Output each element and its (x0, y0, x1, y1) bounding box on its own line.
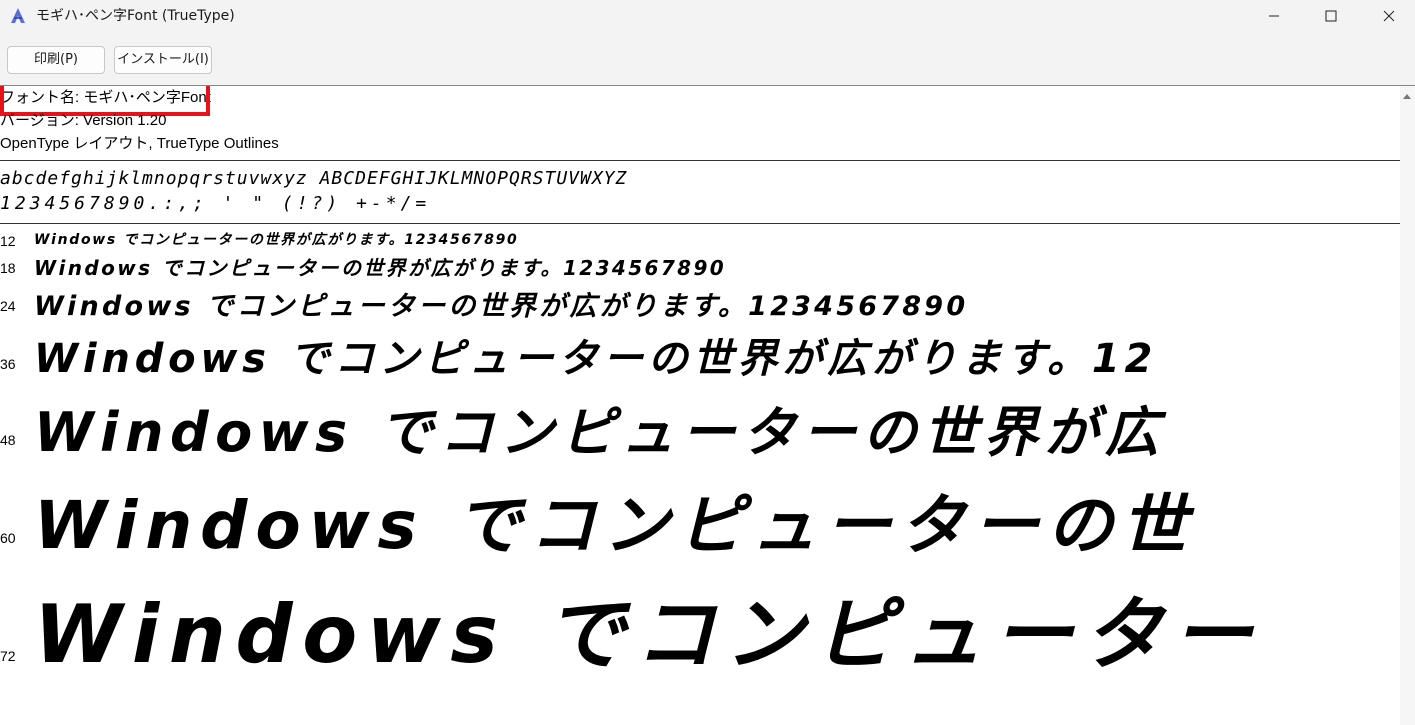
version-info: バージョン: Version 1.20 (0, 112, 167, 129)
minimize-button[interactable] (1250, 0, 1298, 32)
vertical-scrollbar[interactable] (1400, 86, 1415, 725)
sample-text: Windows でコンピューターの世界が広がります。12 (34, 336, 1158, 382)
maximize-icon (1325, 10, 1337, 22)
sample-text: Windows でコンピューターの世界が広がります。1234567890 (34, 291, 969, 322)
window-title: モギハ･ペン字Font (TrueType) (36, 8, 235, 24)
size-label: 18 (0, 260, 16, 276)
sample-row-60: 60 Windows でコンピューターの世 (0, 472, 1400, 564)
size-label: 48 (0, 432, 16, 448)
sample-text: Windows でコンピューターの世界が広がります。1234567890 (34, 232, 519, 248)
sample-row-24: 24 Windows でコンピューターの世界が広がります。1234567890 (0, 284, 1400, 324)
sample-text: Windows でコンピューターの世界が広 (34, 401, 1166, 464)
install-button[interactable]: インストール(I) (114, 46, 212, 74)
sample-row-48: 48 Windows でコンピューターの世界が広 (0, 388, 1400, 468)
toolbar: 印刷(P) インストール(I) (0, 34, 1415, 86)
sample-row-36: 36 Windows でコンピューターの世界が広がります。12 (0, 326, 1400, 386)
close-button[interactable] (1365, 0, 1413, 32)
sample-text: Windows でコンピューター (34, 588, 1262, 681)
size-label: 36 (0, 356, 16, 372)
font-viewer-app-icon (11, 8, 25, 23)
charset-digits-symbols: 1234567890.:,; ' " (!?) +-*/= (0, 193, 431, 214)
sample-row-18: 18 Windows でコンピューターの世界が広がります。1234567890 (0, 252, 1400, 282)
maximize-button[interactable] (1307, 0, 1355, 32)
divider (0, 160, 1400, 161)
scroll-up-arrow-icon[interactable] (1403, 94, 1411, 99)
size-label: 24 (0, 298, 16, 314)
minimize-icon (1269, 15, 1279, 17)
charset-letters: abcdefghijklmnopqrstuvwxyz ABCDEFGHIJKLM… (0, 168, 628, 189)
print-button[interactable]: 印刷(P) (7, 46, 105, 74)
size-label: 72 (0, 648, 16, 664)
sample-row-12: 12 Windows でコンピューターの世界が広がります。1234567890 (0, 229, 1400, 251)
title-bar[interactable]: モギハ･ペン字Font (TrueType) (0, 0, 1415, 34)
size-label: 12 (0, 233, 16, 249)
divider (0, 223, 1400, 224)
font-type-info: OpenType レイアウト, TrueType Outlines (0, 135, 279, 152)
size-label: 60 (0, 530, 16, 546)
sample-row-72: 72 Windows でコンピューター (0, 570, 1400, 681)
close-icon (1383, 10, 1395, 22)
sample-text: Windows でコンピューターの世界が広がります。1234567890 (34, 256, 727, 280)
font-preview-content: フォント名: モギハ･ペン字Font バージョン: Version 1.20 O… (0, 86, 1400, 725)
font-preview-window: モギハ･ペン字Font (TrueType) 印刷(P) インストール(I) フ… (0, 0, 1415, 725)
sample-text: Windows でコンピューターの世 (34, 487, 1195, 564)
